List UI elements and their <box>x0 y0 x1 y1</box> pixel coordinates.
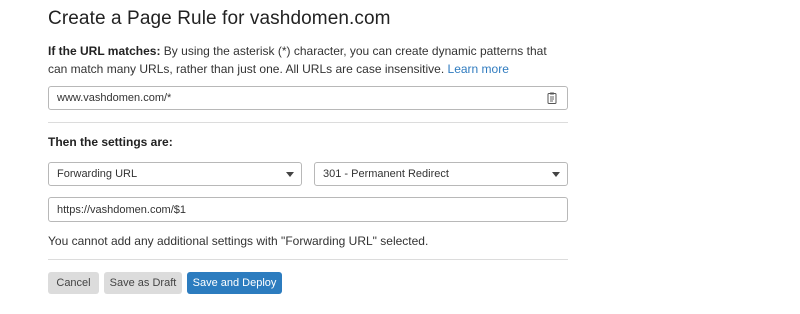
chevron-down-icon <box>286 172 294 177</box>
section-divider <box>48 259 568 260</box>
cancel-button[interactable]: Cancel <box>48 272 99 294</box>
status-code-select[interactable]: 301 - Permanent Redirect <box>314 162 568 186</box>
url-pattern-field[interactable] <box>48 86 568 110</box>
section-divider <box>48 122 568 123</box>
setting-type-value: Forwarding URL <box>57 168 138 180</box>
clipboard-icon[interactable] <box>547 92 557 104</box>
status-code-value: 301 - Permanent Redirect <box>323 168 449 180</box>
settings-label: Then the settings are: <box>48 135 173 149</box>
page-rule-form: Create a Page Rule for vashdomen.com If … <box>0 0 800 314</box>
page-title: Create a Page Rule for vashdomen.com <box>48 8 391 29</box>
learn-more-link[interactable]: Learn more <box>448 62 509 76</box>
setting-type-select[interactable]: Forwarding URL <box>48 162 302 186</box>
destination-url-input[interactable] <box>48 197 568 222</box>
save-and-deploy-button[interactable]: Save and Deploy <box>187 272 282 294</box>
save-draft-button[interactable]: Save as Draft <box>104 272 182 294</box>
url-match-description: If the URL matches: By using the asteris… <box>48 42 568 78</box>
chevron-down-icon <box>552 172 560 177</box>
url-match-label: If the URL matches: <box>48 44 161 58</box>
settings-notice: You cannot add any additional settings w… <box>48 234 429 248</box>
url-pattern-input[interactable] <box>49 87 539 109</box>
